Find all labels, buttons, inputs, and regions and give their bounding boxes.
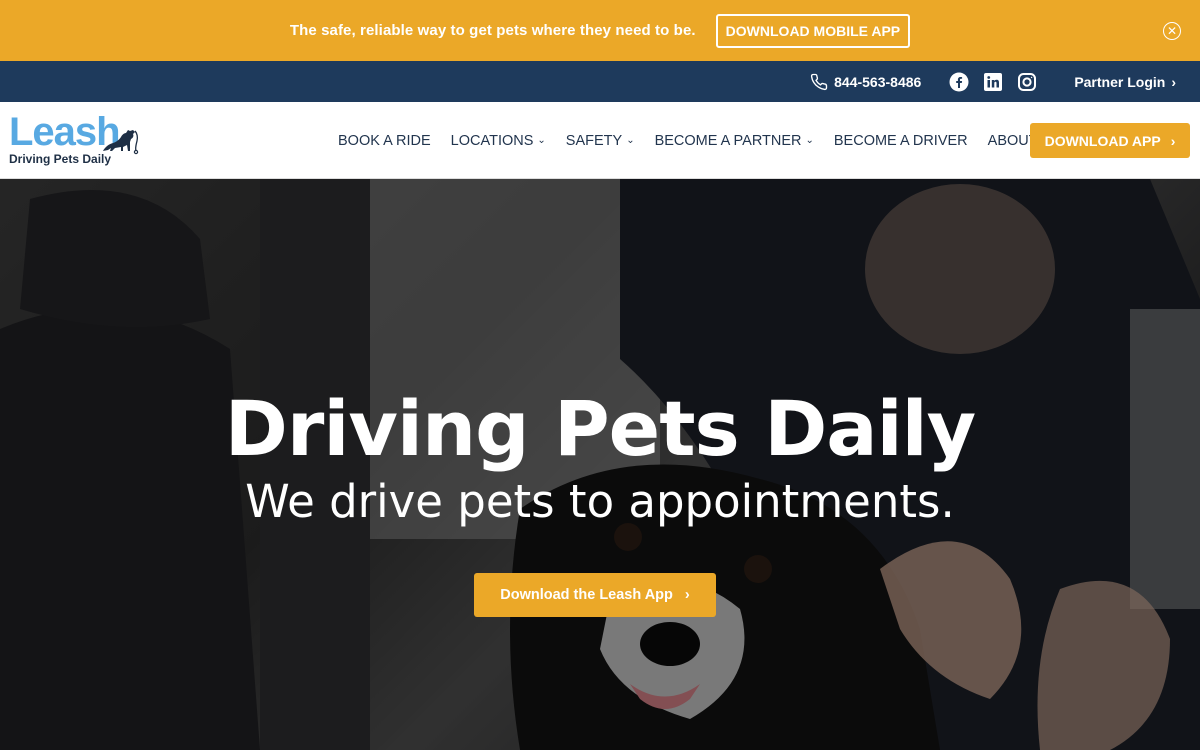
phone-number: 844-563-8486	[834, 73, 922, 90]
main-nav: Leash Driving Pets Daily BOOK A RIDE LOC…	[0, 102, 1200, 179]
partner-login-link[interactable]: Partner Login ›	[1074, 74, 1176, 90]
download-leash-app-button[interactable]: Download the Leash App ›	[474, 573, 716, 617]
chevron-down-icon: ⌄	[805, 135, 814, 146]
nav-become-a-partner[interactable]: BECOME A PARTNER ⌄	[655, 133, 814, 149]
instagram-icon[interactable]	[1017, 72, 1037, 92]
nav-label: BECOME A PARTNER	[654, 132, 802, 149]
announcement-bar: The safe, reliable way to get pets where…	[0, 0, 1200, 61]
download-mobile-app-button[interactable]: DOWNLOAD MOBILE APP	[715, 13, 911, 48]
hero-subtitle: We drive pets to appointments.	[245, 475, 955, 528]
social-links	[949, 72, 1037, 92]
nav-locations[interactable]: LOCATIONS ⌄	[451, 133, 546, 149]
linkedin-icon[interactable]	[983, 72, 1003, 92]
facebook-icon[interactable]	[949, 72, 969, 92]
chevron-right-icon: ›	[1171, 73, 1176, 90]
chevron-right-icon: ›	[1170, 132, 1176, 149]
close-icon[interactable]: ✕	[1163, 22, 1181, 40]
nav-book-a-ride[interactable]: BOOK A RIDE	[338, 133, 431, 149]
hero-title: Driving Pets Daily	[224, 384, 976, 473]
logo[interactable]: Leash Driving Pets Daily	[9, 112, 144, 170]
dog-logo-icon	[103, 130, 139, 155]
download-app-label: DOWNLOAD APP	[1044, 132, 1161, 149]
nav-label: LOCATIONS	[450, 132, 534, 149]
nav-label: BOOK A RIDE	[338, 132, 431, 149]
announcement-text: The safe, reliable way to get pets where…	[289, 22, 696, 39]
nav-become-a-driver[interactable]: BECOME A DRIVER	[834, 133, 968, 149]
hero-button-label: Download the Leash App	[500, 587, 673, 603]
hero-section: Driving Pets Daily We drive pets to appo…	[0, 179, 1200, 750]
partner-login-label: Partner Login	[1074, 73, 1166, 90]
nav-label: SAFETY	[565, 132, 623, 149]
chevron-down-icon: ⌄	[626, 135, 635, 146]
utility-bar: 844-563-8486 Partner Login ›	[0, 61, 1200, 102]
nav-safety[interactable]: SAFETY ⌄	[566, 133, 635, 149]
nav-label: BECOME A DRIVER	[833, 132, 968, 149]
chevron-down-icon: ⌄	[537, 135, 546, 146]
phone-icon	[811, 73, 828, 90]
download-app-button[interactable]: DOWNLOAD APP ›	[1030, 123, 1190, 158]
chevron-right-icon: ›	[684, 587, 690, 603]
main-menu: BOOK A RIDE LOCATIONS ⌄ SAFETY ⌄ BECOME A …	[338, 102, 1070, 179]
phone-link[interactable]: 844-563-8486	[810, 73, 921, 91]
